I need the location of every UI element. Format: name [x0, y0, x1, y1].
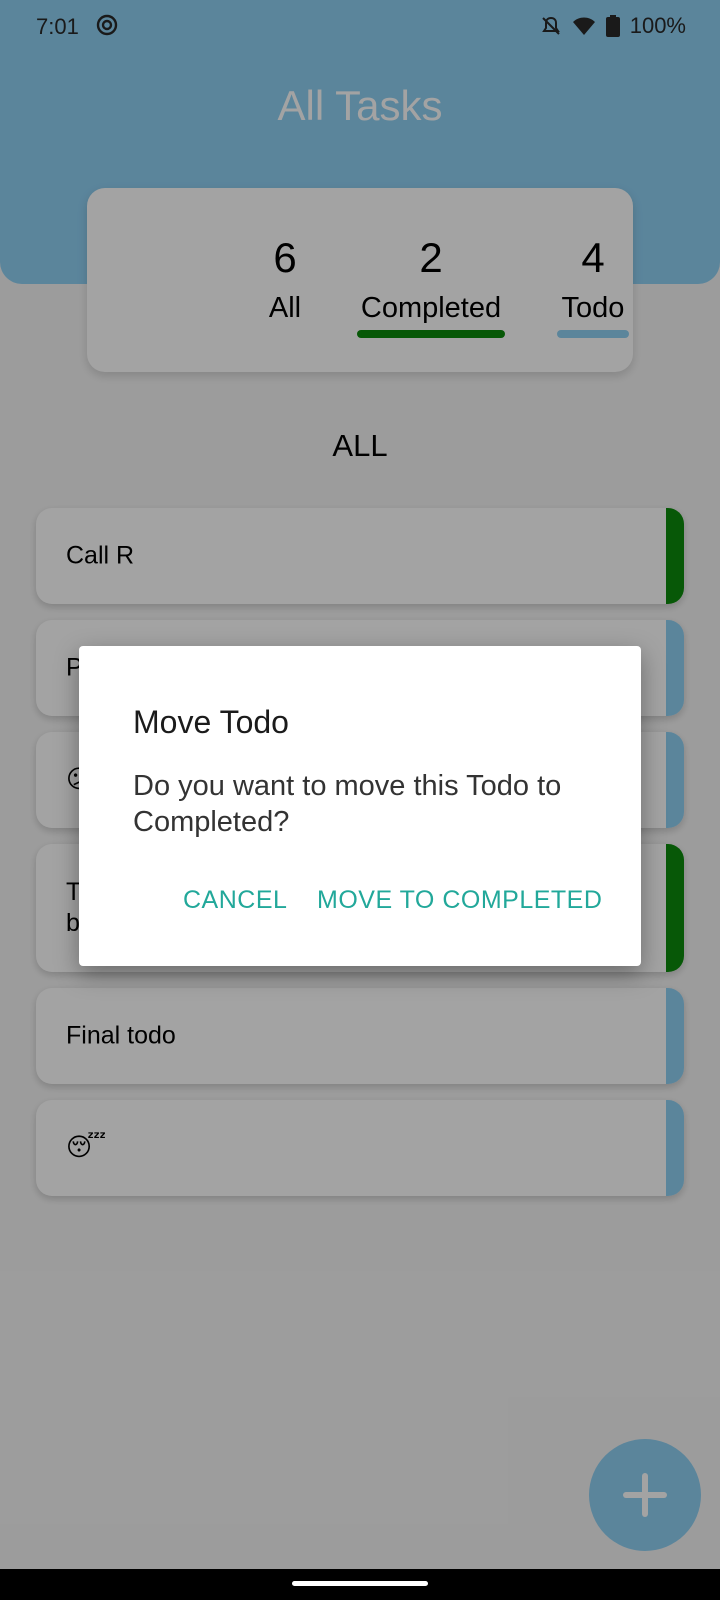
- dialog-message: Do you want to move this Todo to Complet…: [133, 770, 562, 838]
- navigation-bar: [0, 1569, 720, 1600]
- move-todo-dialog: Move Todo Do you want to move this Todo …: [79, 646, 641, 966]
- cancel-button[interactable]: CANCEL: [183, 886, 287, 915]
- dialog-title: Move Todo: [133, 704, 289, 740]
- move-to-completed-button[interactable]: MOVE TO COMPLETED: [317, 886, 602, 915]
- home-gesture-handle[interactable]: [292, 1581, 428, 1586]
